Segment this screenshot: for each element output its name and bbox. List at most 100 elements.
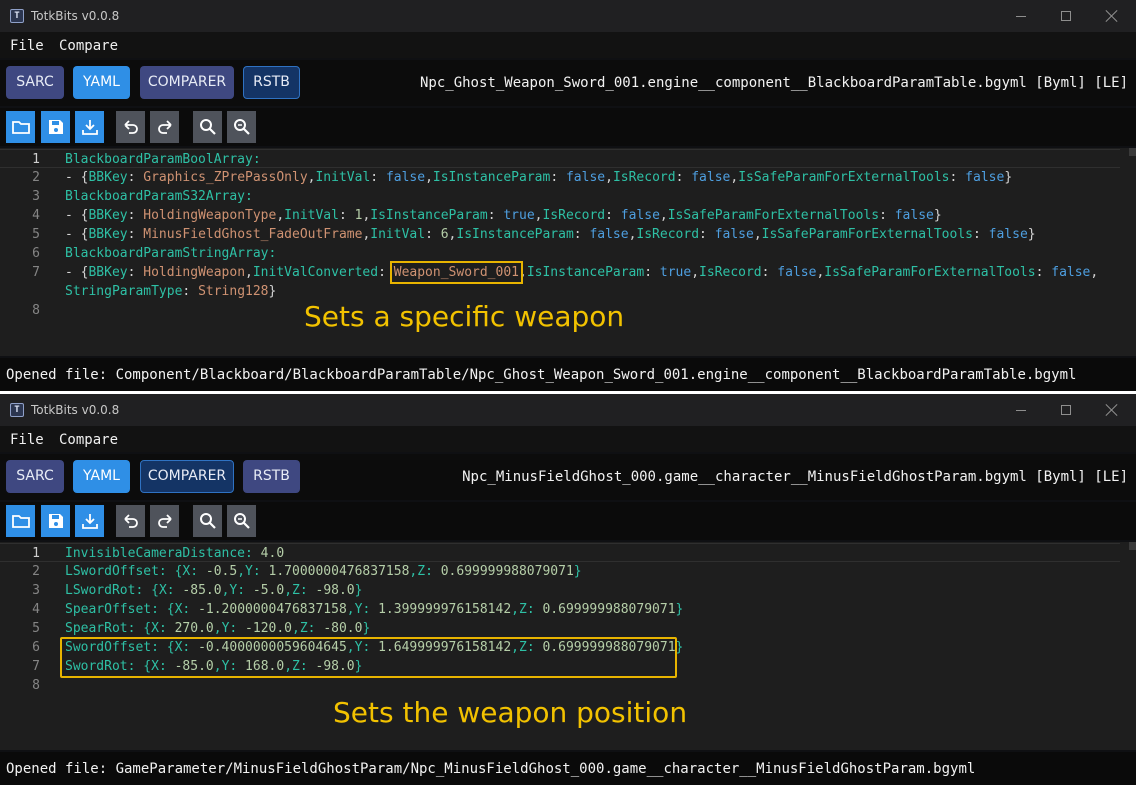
- redo-button[interactable]: [150, 505, 179, 537]
- minimize-button[interactable]: [998, 394, 1044, 426]
- code-line[interactable]: 1 BlackboardParamBoolArray:: [0, 149, 1120, 168]
- status-text: Opened file: Component/Blackboard/Blackb…: [6, 367, 1077, 383]
- code-text: LSwordRot: {X: -85.0,Y: -5.0,Z: -98.0}: [65, 583, 363, 598]
- search-button[interactable]: [193, 111, 222, 143]
- code-text: - {BBKey: HoldingWeaponType,InitVal: 1,I…: [65, 208, 942, 223]
- close-button[interactable]: [1089, 394, 1135, 426]
- window-title: TotkBits v0.0.8: [31, 9, 120, 23]
- code-line[interactable]: 7 - {BBKey: HoldingWeapon,InitValConvert…: [0, 261, 1120, 284]
- app-logo-icon: T: [10, 403, 24, 417]
- menu-file[interactable]: File: [10, 431, 44, 449]
- code-line[interactable]: 1 InvisibleCameraDistance: 4.0: [0, 543, 1120, 562]
- tab-yaml[interactable]: YAML: [73, 66, 130, 99]
- tab-bar: SARC YAML COMPARER RSTB Npc_Ghost_Weapon…: [0, 60, 1136, 106]
- status-text: Opened file: GameParameter/MinusFieldGho…: [6, 761, 976, 777]
- save-button[interactable]: [41, 111, 70, 143]
- line-number: 8: [32, 678, 40, 693]
- app-logo-icon: T: [10, 9, 24, 23]
- redo-icon: [157, 514, 172, 528]
- tab-comparer[interactable]: COMPARER: [140, 66, 234, 99]
- app-window-blackboard: T TotkBits v0.0.8 File Compare SARC YAML…: [0, 0, 1136, 391]
- code-line[interactable]: 4 SpearOffset: {X: -1.2000000476837158,Y…: [0, 600, 1120, 619]
- close-icon: [1106, 10, 1118, 22]
- line-number: 2: [32, 170, 40, 185]
- code-text: - {BBKey: Graphics_ZPrePassOnly,InitVal:…: [65, 170, 1013, 185]
- export-button[interactable]: [75, 505, 104, 537]
- minimize-icon: [1016, 409, 1026, 411]
- line-number: 7: [32, 265, 40, 280]
- line-number: 3: [32, 583, 40, 598]
- line-number: 6: [32, 246, 40, 261]
- close-button[interactable]: [1089, 0, 1135, 32]
- undo-button[interactable]: [116, 505, 145, 537]
- line-number: 2: [32, 564, 40, 579]
- open-button[interactable]: [6, 111, 35, 143]
- code-line[interactable]: 4 - {BBKey: HoldingWeaponType,InitVal: 1…: [0, 206, 1120, 225]
- download-icon: [81, 514, 98, 529]
- undo-icon: [123, 120, 138, 134]
- status-bar: Opened file: Component/Blackboard/Blackb…: [0, 358, 1136, 391]
- code-text: - {BBKey: HoldingWeapon,InitValConverted…: [65, 261, 1099, 284]
- code-text: BlackboardParamS32Array:: [65, 189, 253, 204]
- code-text: InvisibleCameraDistance: 4.0: [65, 546, 285, 561]
- line-number: 5: [32, 621, 40, 636]
- minimize-button[interactable]: [998, 0, 1044, 32]
- menu-compare[interactable]: Compare: [59, 431, 118, 449]
- undo-icon: [123, 514, 138, 528]
- scroll-thumb[interactable]: [1129, 542, 1136, 550]
- open-file-title: Npc_MinusFieldGhost_000.game__character_…: [462, 469, 1128, 485]
- search-replace-button[interactable]: [227, 111, 256, 143]
- maximize-button[interactable]: [1043, 394, 1089, 426]
- maximize-button[interactable]: [1043, 0, 1089, 32]
- code-line[interactable]: 2 - {BBKey: Graphics_ZPrePassOnly,InitVa…: [0, 168, 1120, 187]
- open-file-title: Npc_Ghost_Weapon_Sword_001.engine__compo…: [419, 75, 1128, 91]
- code-text: StringParamType: String128}: [65, 284, 277, 299]
- search-replace-button[interactable]: [227, 505, 256, 537]
- toolbar: [0, 108, 1136, 146]
- annotation-label: Sets the weapon position: [333, 696, 688, 729]
- highlighted-value: Weapon_Sword_001: [389, 261, 523, 284]
- code-line[interactable]: 8: [0, 676, 1120, 695]
- title-bar[interactable]: T TotkBits v0.0.8: [0, 0, 1136, 32]
- tab-sarc[interactable]: SARC: [6, 460, 64, 493]
- tab-comparer[interactable]: COMPARER: [140, 460, 234, 493]
- search-button[interactable]: [193, 505, 222, 537]
- redo-button[interactable]: [150, 111, 179, 143]
- code-line[interactable]: 5 SpearRot: {X: 270.0,Y: -120.0,Z: -80.0…: [0, 619, 1120, 638]
- line-number: 4: [32, 208, 40, 223]
- line-number: 4: [32, 602, 40, 617]
- menu-compare[interactable]: Compare: [59, 37, 118, 55]
- code-text: SpearOffset: {X: -1.2000000476837158,Y: …: [65, 602, 684, 617]
- code-line[interactable]: 3 LSwordRot: {X: -85.0,Y: -5.0,Z: -98.0}: [0, 581, 1120, 600]
- menu-bar: File Compare: [0, 426, 1136, 452]
- editor-scrollbar[interactable]: [1128, 148, 1136, 356]
- tab-rstb[interactable]: RSTB: [243, 460, 300, 493]
- tab-rstb[interactable]: RSTB: [243, 66, 300, 99]
- editor-scrollbar[interactable]: [1128, 542, 1136, 750]
- scroll-thumb[interactable]: [1129, 148, 1136, 156]
- undo-button[interactable]: [116, 111, 145, 143]
- tab-sarc[interactable]: SARC: [6, 66, 64, 99]
- code-line[interactable]: 2 LSwordOffset: {X: -0.5,Y: 1.7000000476…: [0, 562, 1120, 581]
- toolbar: [0, 502, 1136, 540]
- highlight-box: [60, 637, 677, 678]
- code-line[interactable]: 3 BlackboardParamS32Array:: [0, 187, 1120, 206]
- line-number: 1: [32, 546, 40, 561]
- title-bar[interactable]: T TotkBits v0.0.8: [0, 394, 1136, 426]
- tab-bar: SARC YAML COMPARER RSTB Npc_MinusFieldGh…: [0, 454, 1136, 500]
- code-line[interactable]: 6 BlackboardParamStringArray:: [0, 244, 1120, 263]
- save-button[interactable]: [41, 505, 70, 537]
- code-line[interactable]: 5 - {BBKey: MinusFieldGhost_FadeOutFrame…: [0, 225, 1120, 244]
- export-button[interactable]: [75, 111, 104, 143]
- tab-yaml[interactable]: YAML: [73, 460, 130, 493]
- app-window-ghost-param: T TotkBits v0.0.8 File Compare SARC YAML…: [0, 394, 1136, 785]
- code-text: - {BBKey: MinusFieldGhost_FadeOutFrame,I…: [65, 227, 1036, 242]
- code-text: BlackboardParamStringArray:: [65, 246, 277, 261]
- line-number: 3: [32, 189, 40, 204]
- window-title: TotkBits v0.0.8: [31, 403, 120, 417]
- redo-icon: [157, 120, 172, 134]
- open-button[interactable]: [6, 505, 35, 537]
- menu-file[interactable]: File: [10, 37, 44, 55]
- code-line[interactable]: StringParamType: String128}: [0, 282, 1120, 301]
- line-number: 7: [32, 659, 40, 674]
